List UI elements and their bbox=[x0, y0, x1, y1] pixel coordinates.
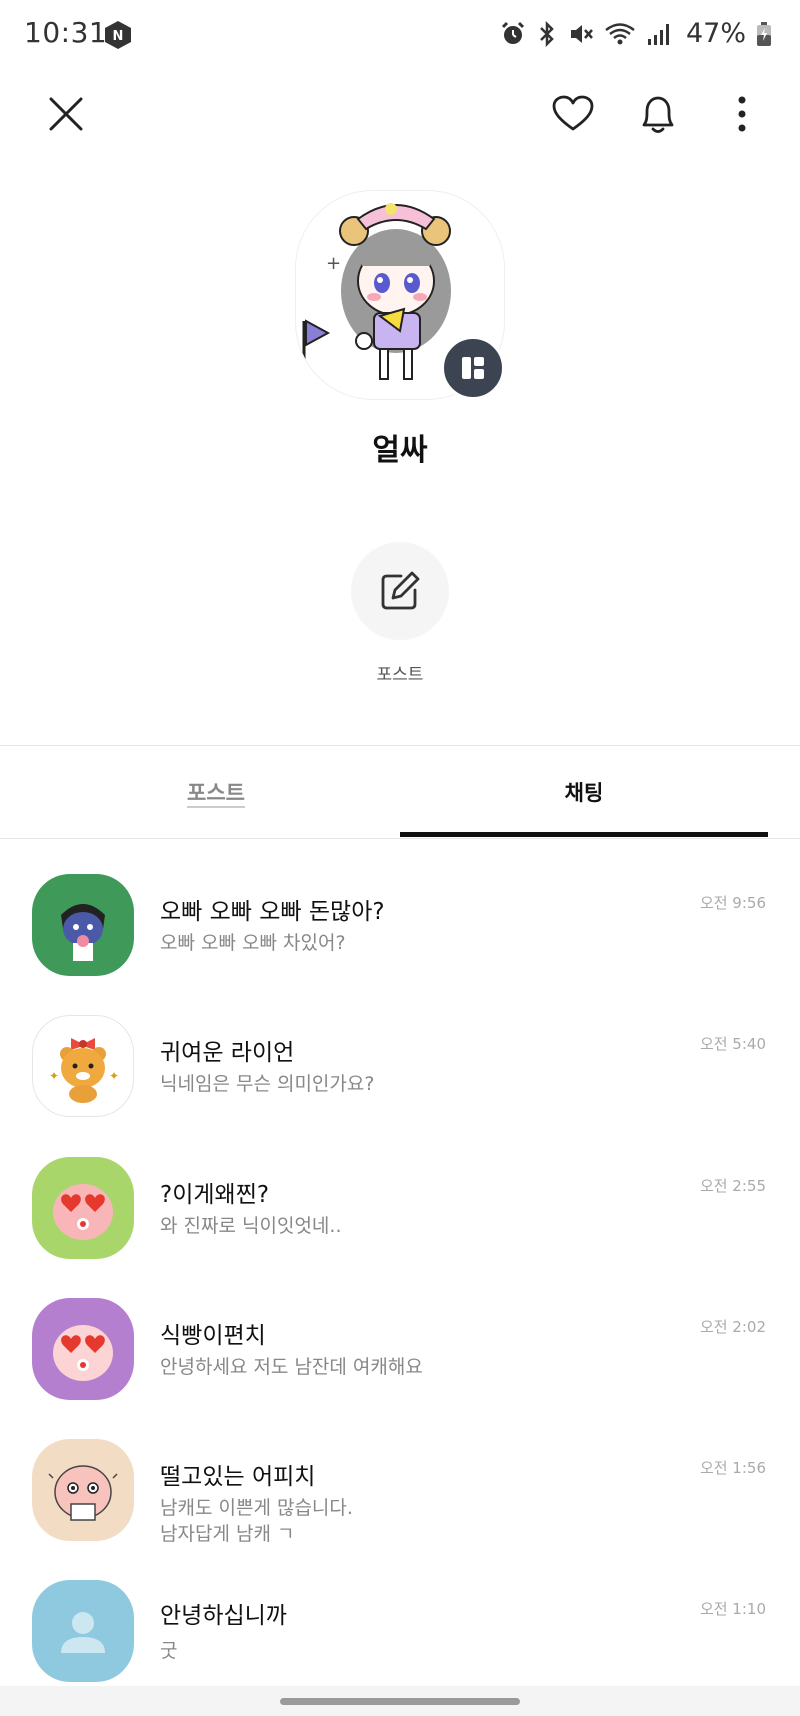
chat-last-message: 닉네임은 무슨 의미인가요? bbox=[160, 1073, 375, 1095]
profile-header bbox=[0, 80, 800, 150]
status-time: 10:31 bbox=[24, 16, 108, 49]
bluetooth-icon bbox=[540, 20, 554, 47]
notification-button[interactable] bbox=[630, 86, 686, 142]
apeach-heart-eyes-icon bbox=[53, 1325, 113, 1381]
svg-text:N: N bbox=[113, 29, 124, 44]
edit-icon bbox=[381, 571, 420, 610]
chat-item[interactable]: 안녕하십니까 굿 오전 1:10 bbox=[0, 1568, 800, 1698]
alarm-icon bbox=[501, 21, 525, 44]
character-avatar-icon bbox=[61, 904, 105, 961]
navi-n-icon: N bbox=[105, 21, 131, 49]
home-gesture-handle[interactable] bbox=[280, 1698, 520, 1705]
apeach-trembling-icon bbox=[48, 1465, 118, 1521]
close-button[interactable] bbox=[38, 86, 94, 142]
more-vertical-icon bbox=[738, 96, 746, 132]
status-bar: 10:31 N 47% bbox=[0, 0, 800, 72]
chat-name: 오빠 오빠 오빠 돈많아? bbox=[160, 899, 385, 925]
signal-icon bbox=[647, 23, 669, 45]
tab-bar-divider bbox=[0, 838, 800, 839]
chat-name: ?이게왜찐? bbox=[160, 1182, 270, 1208]
tab-posts[interactable]: 포스트 bbox=[0, 746, 432, 838]
chat-name: 식빵이편치 bbox=[160, 1323, 266, 1349]
chat-name: 귀여운 라이언 bbox=[160, 1040, 295, 1066]
profile-name: 얼싸 bbox=[372, 433, 428, 468]
chat-item[interactable]: 오빠 오빠 오빠 돈많아? 오빠 오빠 오빠 차있어? 오전 9:56 bbox=[0, 862, 800, 992]
svg-text:✦: ✦ bbox=[109, 1069, 119, 1083]
chat-last-message: 굿 bbox=[160, 1640, 178, 1662]
post-action-label: 포스트 bbox=[376, 665, 424, 685]
chat-last-message: 남캐도 이쁜게 많습니다. 남자답게 남캐 ㄱ bbox=[160, 1495, 353, 1547]
heart-icon bbox=[552, 95, 594, 131]
chat-item[interactable]: ?이게왜찐? 와 진짜로 닉이잇엇네.. 오전 2:55 bbox=[0, 1145, 800, 1275]
ryan-character-icon: ✦ ✦ bbox=[49, 1038, 119, 1103]
status-icons: 47% bbox=[500, 18, 772, 49]
chat-last-message-line: 남캐도 이쁜게 많습니다. bbox=[160, 1497, 353, 1519]
chat-last-message: 안녕하세요 저도 남잔데 여캐해요 bbox=[160, 1356, 423, 1378]
svg-text:+: + bbox=[326, 253, 341, 274]
profile-switch-button[interactable] bbox=[441, 336, 505, 400]
more-options-button[interactable] bbox=[714, 86, 770, 142]
post-action-button[interactable] bbox=[351, 542, 449, 640]
chat-time: 오전 5:40 bbox=[699, 1035, 766, 1053]
chat-avatar bbox=[32, 1580, 134, 1682]
chat-time: 오전 1:10 bbox=[699, 1600, 766, 1618]
profile-picture-container[interactable]: + bbox=[295, 190, 505, 400]
chat-item[interactable]: ✦ ✦ 귀여운 라이언 닉네임은 무슨 의미인가요? 오전 5:40 bbox=[0, 1003, 800, 1133]
chat-time: 오전 2:02 bbox=[699, 1318, 766, 1336]
chat-avatar bbox=[32, 1439, 134, 1541]
chat-avatar bbox=[32, 874, 134, 976]
svg-text:✦: ✦ bbox=[49, 1069, 59, 1083]
profile-switch-icon bbox=[462, 357, 484, 379]
chat-avatar bbox=[32, 1298, 134, 1400]
chat-avatar: ✦ ✦ bbox=[32, 1015, 134, 1117]
chat-time: 오전 1:56 bbox=[699, 1459, 766, 1477]
chat-last-message: 오빠 오빠 오빠 차있어? bbox=[160, 932, 346, 954]
chat-time: 오전 9:56 bbox=[699, 894, 766, 912]
default-user-icon bbox=[61, 1612, 105, 1653]
tab-bar: 포스트 채팅 bbox=[0, 746, 800, 838]
battery-icon bbox=[757, 21, 771, 46]
wifi-icon bbox=[605, 22, 635, 44]
chat-item[interactable]: 식빵이편치 안녕하세요 저도 남잔데 여캐해요 오전 2:02 bbox=[0, 1286, 800, 1416]
chat-name: 안녕하십니까 bbox=[160, 1603, 287, 1629]
battery-percent: 47% bbox=[685, 18, 746, 49]
chat-time: 오전 2:55 bbox=[699, 1177, 766, 1195]
apeach-heart-eyes-icon bbox=[53, 1184, 113, 1240]
chat-last-message-line: 남자답게 남캐 ㄱ bbox=[160, 1523, 295, 1545]
like-button[interactable] bbox=[545, 86, 601, 142]
mute-icon bbox=[570, 24, 593, 43]
tab-chat[interactable]: 채팅 bbox=[400, 746, 768, 838]
chat-last-message: 와 진짜로 닉이잇엇네.. bbox=[160, 1215, 342, 1237]
chat-name: 떨고있는 어피치 bbox=[160, 1464, 316, 1490]
chat-avatar bbox=[32, 1157, 134, 1259]
active-tab-indicator bbox=[400, 832, 768, 837]
bell-icon bbox=[642, 96, 674, 133]
close-icon bbox=[49, 97, 83, 131]
chat-item[interactable]: 떨고있는 어피치 남캐도 이쁜게 많습니다. 남자답게 남캐 ㄱ 오전 1:56 bbox=[0, 1427, 800, 1557]
system-nav-bar bbox=[0, 1686, 800, 1716]
